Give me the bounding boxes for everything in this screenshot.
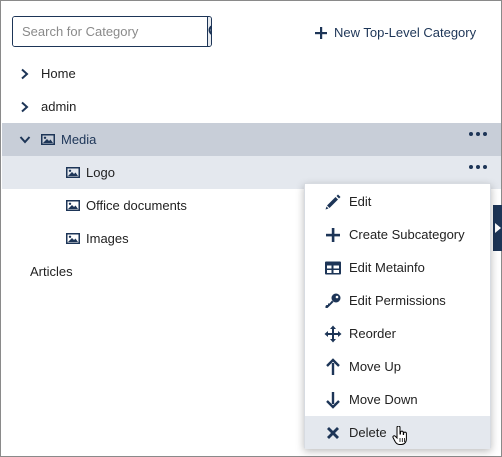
image-icon [66, 167, 80, 178]
tree-item-label: Office documents [86, 198, 187, 213]
plus-icon [326, 228, 340, 242]
table-icon [325, 261, 341, 275]
menu-item-edit-permissions[interactable]: Edit Permissions [305, 284, 490, 317]
menu-item-create-subcategory[interactable]: Create Subcategory [305, 218, 490, 251]
menu-item-label: Delete [349, 425, 387, 440]
chevron-right-icon[interactable] [19, 101, 31, 113]
menu-item-move-down[interactable]: Move Down [305, 383, 490, 416]
move-icon [324, 325, 342, 343]
menu-item-edit-metainfo[interactable]: Edit Metainfo [305, 251, 490, 284]
search-button[interactable] [207, 17, 211, 46]
tree-item-media[interactable]: Media [2, 123, 501, 156]
tree-item-label: Media [61, 132, 97, 147]
menu-item-label: Edit Metainfo [349, 260, 425, 275]
chevron-right-icon[interactable] [19, 68, 31, 80]
menu-item-label: Create Subcategory [349, 227, 465, 242]
menu-item-move-up[interactable]: Move Up [305, 350, 490, 383]
search-icon [208, 25, 211, 35]
tree-item-label: admin [41, 99, 77, 114]
tree-item-admin[interactable]: admin [2, 90, 501, 123]
tree-item-label: Logo [86, 165, 115, 180]
pencil-icon [325, 194, 341, 210]
tree-item-home[interactable]: Home [2, 57, 501, 90]
menu-item-reorder[interactable]: Reorder [305, 317, 490, 350]
more-options-icon[interactable] [469, 165, 487, 169]
image-icon [41, 134, 55, 145]
context-menu: Edit Create Subcategory Edit Metainfo Ed… [304, 183, 491, 449]
category-panel: New Top-Level Category Home admin Med [0, 0, 502, 457]
menu-item-label: Move Down [349, 392, 418, 407]
image-icon [66, 233, 80, 244]
menu-item-label: Reorder [349, 326, 396, 341]
more-options-icon[interactable] [469, 132, 487, 136]
menu-item-label: Move Up [349, 359, 402, 374]
menu-item-edit[interactable]: Edit [305, 185, 490, 218]
hand-pointer-cursor-icon [392, 426, 407, 445]
chevron-down-icon[interactable] [19, 134, 31, 146]
new-top-level-category-button[interactable]: New Top-Level Category [314, 25, 476, 40]
tree-item-label: Images [86, 231, 129, 246]
search-box [12, 16, 212, 47]
x-icon [327, 427, 339, 439]
key-icon [325, 293, 341, 308]
caret-right-icon [495, 223, 501, 233]
arrow-up-icon [326, 358, 340, 375]
image-icon [66, 200, 80, 211]
plus-icon [315, 26, 327, 39]
arrow-down-icon [326, 392, 340, 409]
search-input[interactable] [13, 17, 207, 46]
side-panel-toggle[interactable] [493, 205, 502, 251]
new-category-label: New Top-Level Category [334, 25, 477, 40]
tree-item-label: Articles [30, 264, 73, 279]
menu-item-label: Edit Permissions [349, 293, 446, 308]
menu-item-label: Edit [349, 194, 372, 209]
tree-item-label: Home [41, 66, 76, 81]
